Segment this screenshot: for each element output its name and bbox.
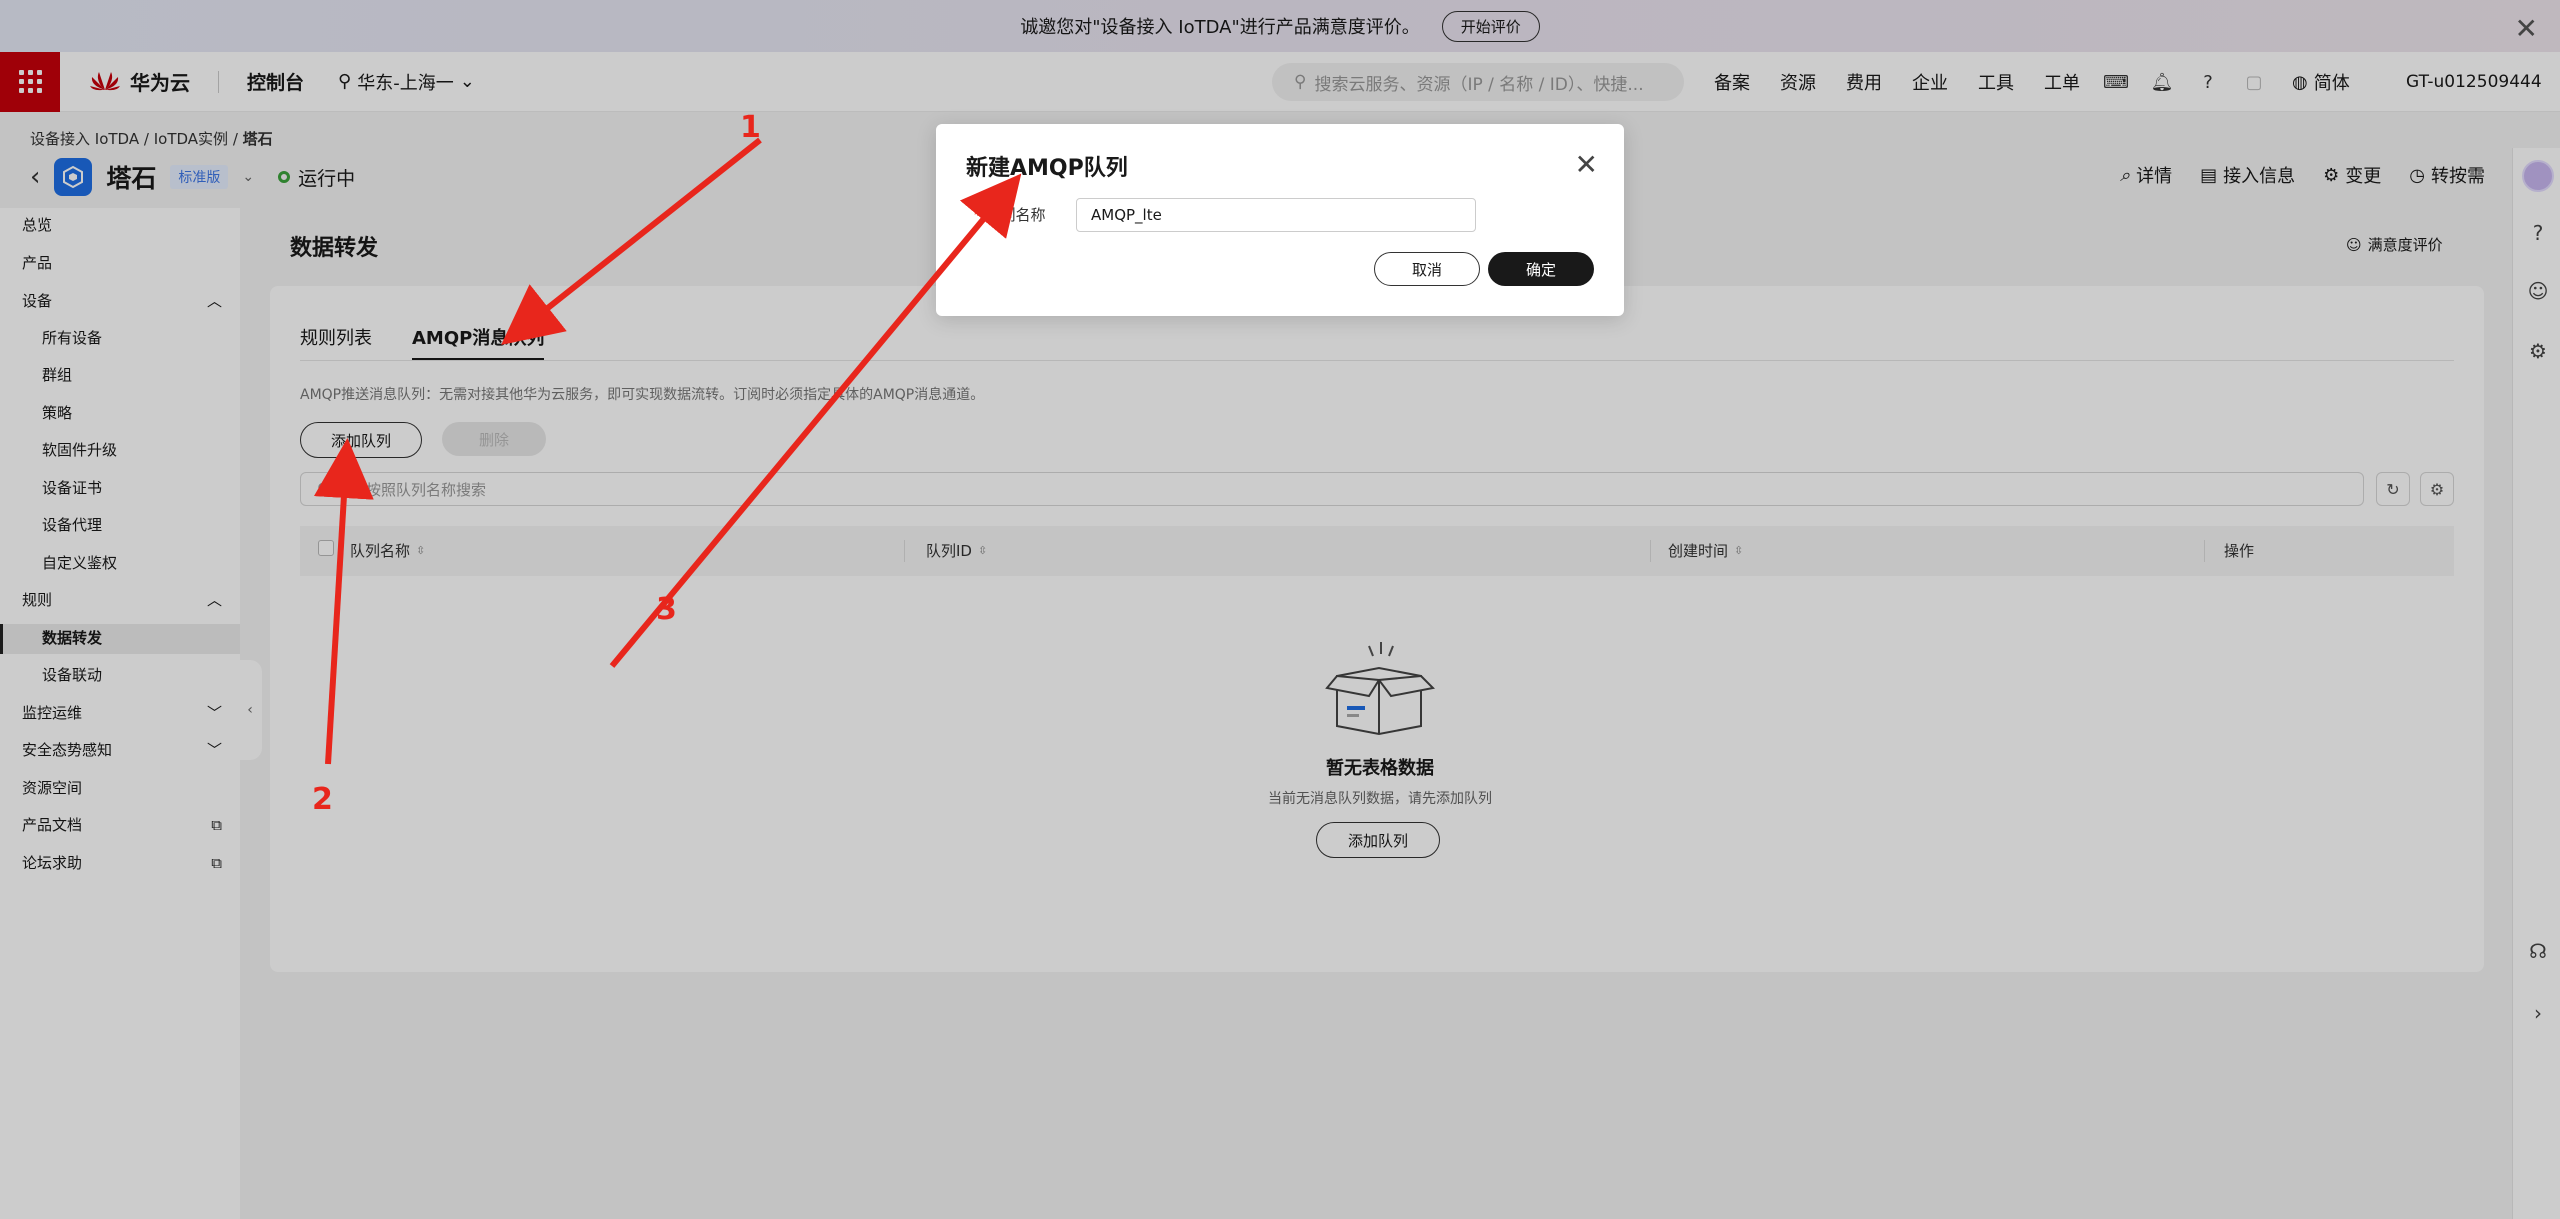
- annotation-number: 3: [656, 592, 677, 627]
- confirm-button[interactable]: 确定: [1488, 252, 1594, 286]
- queue-name-input[interactable]: AMQP_lte: [1076, 198, 1476, 232]
- create-amqp-queue-dialog: 新建AMQP队列 ✕ * 队列名称 AMQP_lte 取消 确定: [936, 124, 1624, 316]
- cancel-button[interactable]: 取消: [1374, 252, 1480, 286]
- queue-name-label: * 队列名称: [974, 206, 1046, 224]
- close-icon[interactable]: ✕: [1575, 148, 1598, 181]
- required-mark: *: [974, 206, 982, 224]
- dialog-title: 新建AMQP队列: [966, 156, 1128, 181]
- annotation-number: 1: [740, 110, 761, 145]
- annotation-number: 2: [312, 782, 333, 817]
